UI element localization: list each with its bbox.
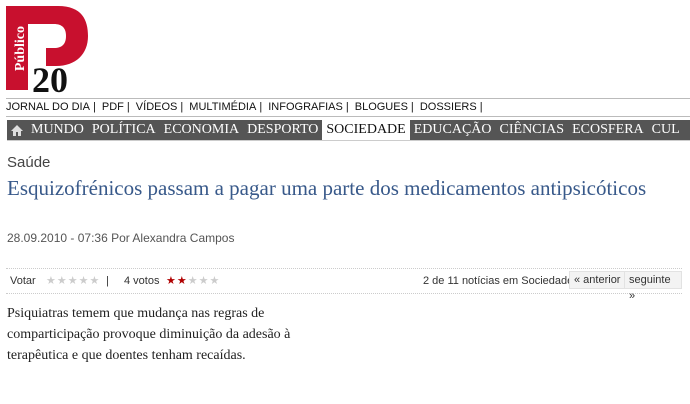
section-ecosfera[interactable]: ECOSFERA (568, 120, 648, 140)
nav-infografias[interactable]: INFOGRAFIAS (268, 101, 343, 113)
section-mundo[interactable]: MUNDO (27, 120, 88, 140)
previous-button[interactable]: « anterior (569, 271, 626, 289)
article-title: Esquizofrénicos passam a pagar uma parte… (7, 176, 647, 200)
section-educacao[interactable]: EDUCAÇÃO (410, 120, 496, 140)
toolbar-separator: | (106, 275, 109, 287)
section-sociedade[interactable]: SOCIEDADE (322, 120, 410, 140)
votes-count: 4 votos (124, 275, 160, 287)
nav-blogues[interactable]: BLOGUES (355, 101, 408, 113)
star-icon[interactable]: ★ (57, 275, 68, 287)
home-icon[interactable] (7, 120, 27, 140)
star-icon: ★ (198, 275, 210, 287)
star-icon[interactable]: ★ (46, 275, 57, 287)
average-rating-stars: ★★★★★ (166, 274, 220, 287)
star-icon: ★ (209, 275, 221, 287)
nav-multimedia[interactable]: MULTIMÉDIA (189, 101, 256, 113)
star-icon[interactable]: ★ (90, 275, 101, 287)
vote-label: Votar (10, 275, 36, 287)
star-icon: ★ (187, 275, 199, 287)
section-nav: MUNDO POLÍTICA ECONOMIA DESPORTO SOCIEDADE ED… (7, 120, 690, 140)
section-cultura[interactable]: CUL (648, 120, 684, 140)
vote-star-rating[interactable]: ★★★★★ (46, 274, 100, 287)
divider (7, 140, 690, 141)
next-button[interactable]: seguinte » (624, 271, 682, 302)
section-economia[interactable]: ECONOMIA (160, 120, 243, 140)
section-desporto[interactable]: DESPORTO (243, 120, 322, 140)
nav-videos[interactable]: VÍDEOS (136, 101, 178, 113)
nav-dossiers[interactable]: DOSSIERS (420, 101, 477, 113)
divider (6, 116, 690, 117)
article-byline: 28.09.2010 - 07:36 Por Alexandra Campos (7, 231, 235, 245)
nav-jornal-do-dia[interactable]: JORNAL DO DIA (6, 101, 90, 113)
article-lead: Psiquiatras temem que mudança nas regras… (7, 306, 291, 363)
section-politica[interactable]: POLÍTICA (88, 120, 160, 140)
top-nav: JORNAL DO DIA | PDF | VÍDEOS | MULTIMÉDIA | … (6, 101, 483, 113)
publico-logo[interactable]: 20 Público (4, 4, 90, 96)
star-icon: ★ (166, 275, 177, 287)
article-toolbar: Votar ★★★★★ | 4 votos ★★★★★ 2 de 11 notí… (6, 268, 682, 302)
article-category[interactable]: Saúde (7, 154, 50, 171)
section-ciencias[interactable]: CIÊNCIAS (496, 120, 569, 140)
nav-pdf[interactable]: PDF (102, 101, 124, 113)
logo-side-text: Público (13, 26, 28, 72)
star-icon[interactable]: ★ (68, 275, 79, 287)
star-icon: ★ (176, 275, 188, 287)
star-icon[interactable]: ★ (79, 275, 90, 287)
news-position: 2 de 11 notícias em Sociedade (423, 275, 574, 287)
divider (6, 98, 690, 99)
svg-text:20: 20 (32, 60, 68, 96)
